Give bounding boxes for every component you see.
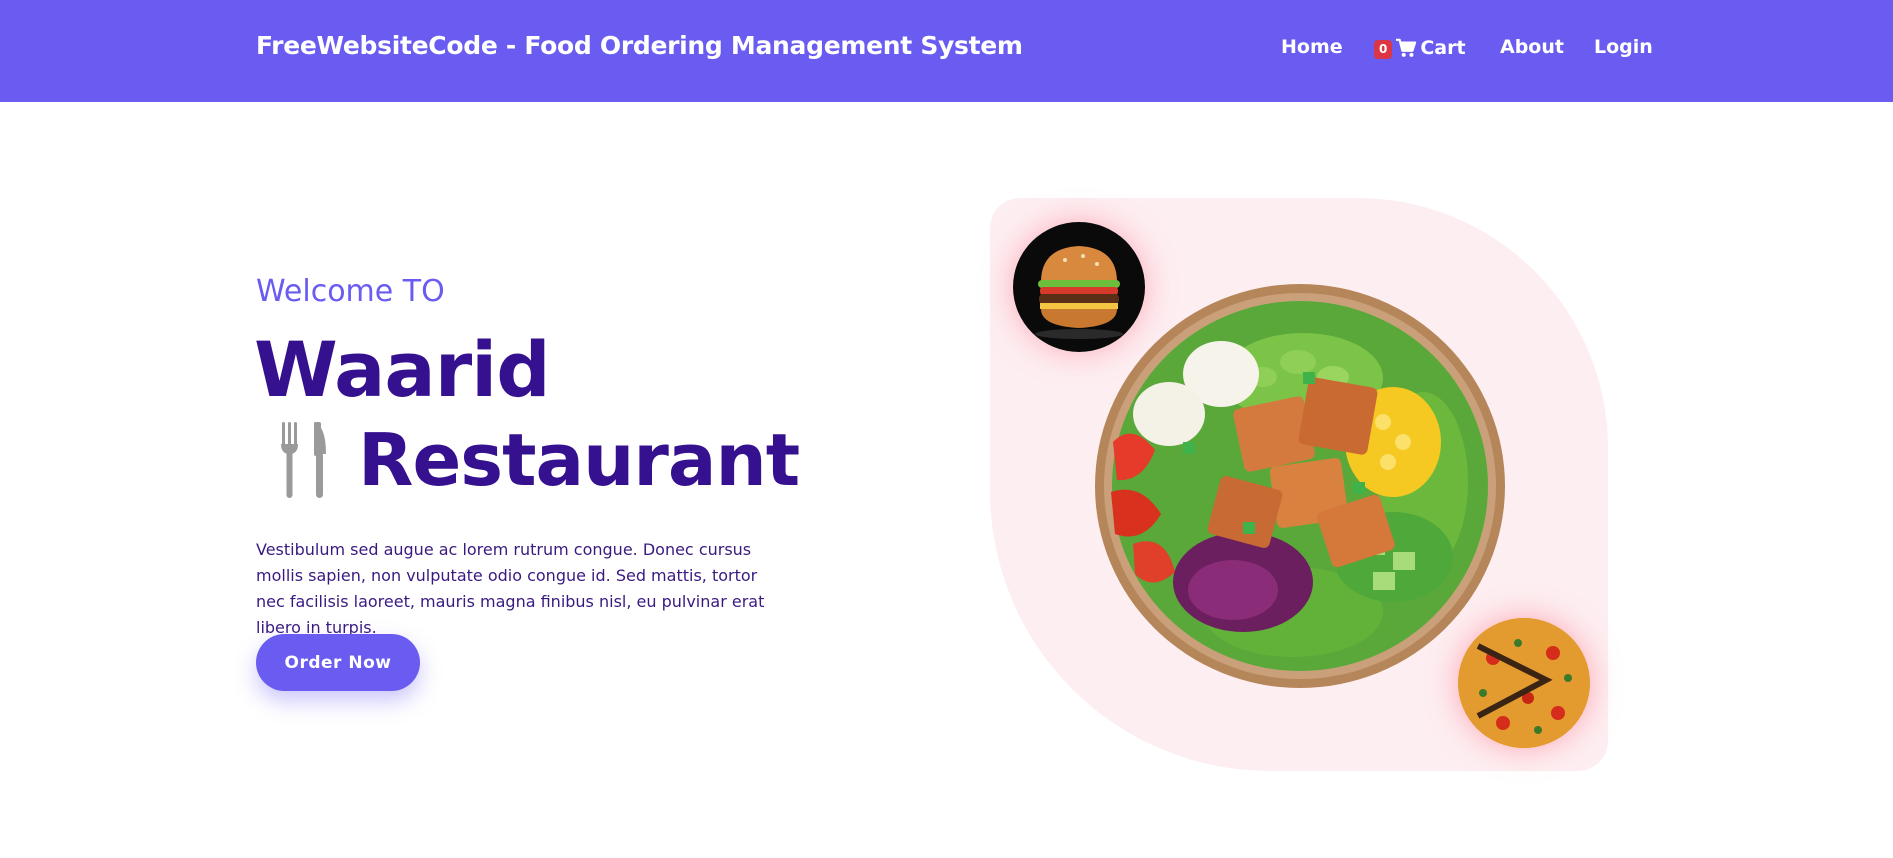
welcome-text: Welcome TO <box>256 274 445 309</box>
hero-description: Vestibulum sed augue ac lorem rutrum con… <box>256 540 765 637</box>
salad-bowl-image <box>1095 284 1505 688</box>
top-navbar: FreeWebsiteCode - Food Ordering Manageme… <box>0 0 1893 102</box>
restaurant-name-line1: Waarid <box>254 325 551 414</box>
cart-count-badge: 0 <box>1374 39 1393 59</box>
restaurant-name-line2-text: Restaurant <box>358 418 800 502</box>
burger-image <box>1013 222 1145 352</box>
fork-knife-icon <box>281 422 326 498</box>
nav-about-link[interactable]: About <box>1500 36 1564 58</box>
order-now-button[interactable]: Order Now <box>256 634 420 691</box>
nav-login-link[interactable]: Login <box>1594 36 1653 58</box>
restaurant-name-line2: Restaurant <box>278 418 800 502</box>
cart-icon <box>1396 38 1417 57</box>
pizza-image <box>1458 618 1590 748</box>
nav-cart-label: Cart <box>1420 37 1466 59</box>
nav-home-link[interactable]: Home <box>1281 36 1343 58</box>
nav-cart-link[interactable]: 0 Cart <box>1374 37 1466 59</box>
brand-link[interactable]: FreeWebsiteCode - Food Ordering Manageme… <box>256 31 1023 60</box>
